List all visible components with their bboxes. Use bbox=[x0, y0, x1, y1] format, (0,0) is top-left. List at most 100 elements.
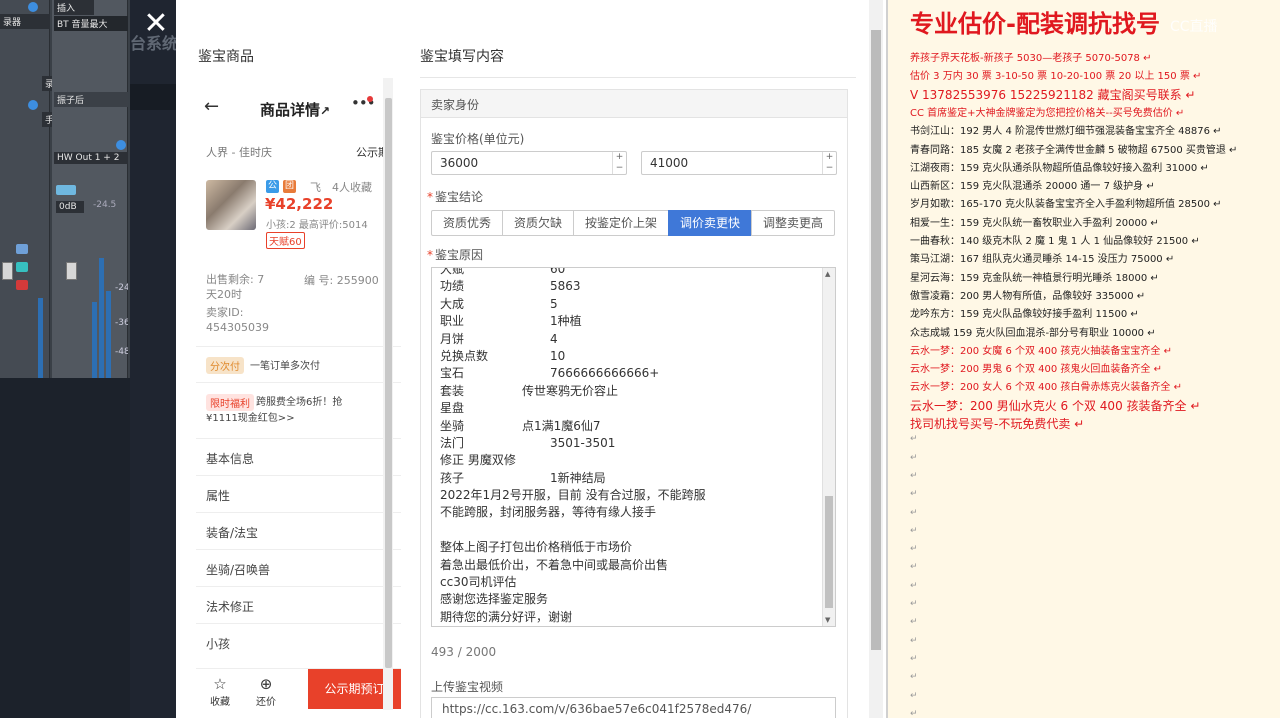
reason-scrollbar-thumb[interactable] bbox=[825, 496, 833, 608]
price-min-input[interactable]: 36000 + − bbox=[431, 151, 627, 175]
appraisal-content-heading: 鉴宝填写内容 bbox=[420, 49, 504, 65]
public-tag: 公 bbox=[266, 180, 279, 193]
mixer-label: HW Out 1 + 2 bbox=[54, 152, 128, 164]
paragraph-mark: ↵ bbox=[910, 470, 918, 481]
mixer-power-button[interactable] bbox=[116, 140, 126, 150]
reason-line: 2022年1月2号开服，目前 没有合过服，不能跨服 bbox=[440, 487, 820, 504]
price-min-stepper[interactable]: + − bbox=[612, 152, 626, 174]
reason-line: 大赋 60 bbox=[440, 268, 820, 278]
reason-key: 功绩 bbox=[440, 279, 465, 294]
document-line: 一曲春秋：140 级克木队 2 魔 1 鬼 1 人 1 仙品像较好 21500 … bbox=[910, 236, 1200, 247]
mixer-level-meter bbox=[106, 291, 111, 378]
conclusion-option[interactable]: 资质欠缺 bbox=[502, 210, 574, 236]
reason-key: 感谢您选择鉴定服务 bbox=[440, 592, 549, 607]
row-spell-correction[interactable]: 法术修正› bbox=[196, 586, 401, 622]
document-line: 养孩子界天花板-新孩子 5030—老孩子 5070-5078 ↵ bbox=[910, 53, 1152, 64]
row-equipment[interactable]: 装备/法宝› bbox=[196, 512, 401, 548]
scroll-down-arrow[interactable]: ▼ bbox=[825, 616, 830, 624]
conclusion-option[interactable]: 调整卖更高 bbox=[751, 210, 835, 236]
notification-dot bbox=[367, 96, 373, 102]
product-price: ¥42,222 bbox=[265, 195, 334, 213]
mixer-label: -48 bbox=[115, 347, 128, 357]
background-page-bar bbox=[130, 84, 176, 110]
conclusion-option-active[interactable]: 调价卖更快 bbox=[668, 210, 752, 236]
row-mounts[interactable]: 坐骑/召唤兽› bbox=[196, 549, 401, 585]
reason-textarea[interactable]: 大赋 60 功绩 5863 大成 5 职业 1种植 月饼 4 兑换点数 10 宝石 76666666666… bbox=[431, 267, 836, 627]
document-title: 专业估价-配装调抗找号 bbox=[910, 10, 1160, 38]
mixer-record-button[interactable] bbox=[16, 280, 28, 290]
document-line: 江湖夜雨：159 克火队通杀队物超所值品像较好接入盈利 31000 ↵ bbox=[910, 162, 1209, 174]
mixer-power-button[interactable] bbox=[28, 2, 38, 12]
scroll-up-arrow[interactable]: ▲ bbox=[825, 270, 830, 278]
reason-value: 1种植 bbox=[550, 314, 582, 329]
installment-row[interactable]: 分次付 一笔订单多次付 › bbox=[196, 346, 401, 380]
daw-mixer-panel: 录器 插入 BT 音量最大 振子后 HW Out 1 + 2 0dB -24.5… bbox=[0, 0, 130, 378]
row-label: 法术修正 bbox=[206, 600, 255, 614]
cc-watermark: CC直播 bbox=[1170, 19, 1218, 35]
installment-text: 一笔订单多次付 bbox=[250, 361, 320, 372]
share-icon[interactable]: ↗ bbox=[320, 104, 330, 118]
phone-scrollbar-thumb[interactable] bbox=[385, 98, 392, 668]
document-line: 岁月如歌：165-170 克火队装备宝宝齐全入手盈利物超所值 28500 ↵ bbox=[910, 199, 1222, 211]
modal-scrollbar[interactable] bbox=[869, 0, 883, 718]
row-children[interactable]: 小孩› bbox=[196, 623, 401, 659]
document-page: 专业估价-配装调抗找号 CC直播 养孩子界天花板-新孩子 5030—老孩子 50… bbox=[888, 0, 1280, 718]
reason-key: 职业 bbox=[440, 314, 465, 329]
character-avatar[interactable] bbox=[206, 180, 256, 230]
mixer-mute-button[interactable] bbox=[16, 262, 28, 272]
reason-label-text: 鉴宝原因 bbox=[435, 248, 484, 262]
paragraph-mark: ↵ bbox=[910, 544, 918, 555]
reason-key: 坐骑 bbox=[440, 418, 465, 433]
reason-value: 3501-3501 bbox=[550, 435, 616, 450]
reason-value: 5 bbox=[550, 296, 558, 311]
price-max-input[interactable]: 41000 + − bbox=[641, 151, 837, 175]
product-detail-title: 商品详情↗ bbox=[260, 99, 330, 120]
document-line: 云水一梦：200 男鬼 6 个双 400 孩鬼火回血装备齐全 ↵ bbox=[910, 364, 1162, 376]
reason-line: 职业 1种植 bbox=[440, 313, 820, 330]
bargain-button[interactable]: ⊕ 还价 bbox=[244, 669, 288, 718]
price-max-stepper[interactable]: + − bbox=[822, 152, 836, 174]
reason-value: 点1满1魔6仙7 bbox=[522, 418, 601, 433]
reason-text: 大赋 60 功绩 5863 大成 5 职业 1种植 月饼 4 兑换点数 10 宝石 76666666666… bbox=[440, 268, 820, 626]
paragraph-mark: ↵ bbox=[910, 599, 918, 609]
favorite-button[interactable]: ☆ 收藏 bbox=[198, 669, 242, 718]
reason-line: 星盘 bbox=[440, 400, 820, 417]
mixer-monitor-button[interactable] bbox=[16, 244, 28, 254]
mixer-solo-button[interactable] bbox=[56, 185, 76, 195]
mixer-power-button[interactable] bbox=[28, 100, 38, 110]
reason-key: 期待您的满分好评，谢谢 bbox=[440, 609, 573, 624]
promo-row[interactable]: 限时福利 跨服费全场6折！抢¥1111现金红包>> › bbox=[196, 382, 401, 434]
paragraph-mark: ↵ bbox=[910, 708, 918, 718]
row-basic-info[interactable]: 基本信息› bbox=[196, 438, 401, 474]
conclusion-option[interactable]: 按鉴定价上架 bbox=[573, 210, 669, 236]
mixer-label: 录 bbox=[42, 76, 52, 91]
paragraph-mark: ↵ bbox=[910, 507, 918, 518]
conclusion-label-text: 鉴宝结论 bbox=[435, 190, 484, 204]
mixer-label: -36 bbox=[115, 318, 128, 328]
reason-value: 10 bbox=[550, 348, 566, 363]
required-mark: * bbox=[427, 248, 433, 262]
reason-key: 宝石 bbox=[440, 366, 465, 381]
modal-scrollbar-thumb[interactable] bbox=[871, 30, 881, 650]
fly-label: 飞 bbox=[310, 181, 321, 194]
product-preview-phone: ← 商品详情↗ ••• 人界 - 佳时庆 公示期 公 团 飞 4人收藏 ¥42,… bbox=[196, 78, 401, 718]
document-line: 策马江湖：167 组队克火通灵睡杀 14-15 没压力 75000 ↵ bbox=[910, 254, 1175, 266]
row-attributes[interactable]: 属性› bbox=[196, 475, 401, 511]
back-arrow-icon[interactable]: ← bbox=[204, 96, 219, 117]
reason-key: 星盘 bbox=[440, 401, 465, 416]
promo-text: 跨服费全场6折！抢¥1111现金红包>> bbox=[206, 397, 343, 424]
paragraph-mark: ↵ bbox=[910, 489, 918, 500]
paragraph-mark: ↵ bbox=[910, 452, 918, 463]
paragraph-mark: ↵ bbox=[910, 434, 918, 445]
price-list-document: 专业估价-配装调抗找号 CC直播 养孩子界天花板-新孩子 5030—老孩子 50… bbox=[886, 0, 1280, 718]
reason-key: 修正 男魔双修 bbox=[440, 453, 516, 468]
close-modal-button[interactable]: ✕ bbox=[140, 6, 172, 42]
reason-line: 着急出最低价出，不着急中间或最高价出售 bbox=[440, 557, 820, 574]
mixer-fader-handle[interactable] bbox=[66, 262, 77, 280]
reason-scrollbar[interactable]: ▲ ▼ bbox=[822, 268, 835, 626]
reason-key: cc30司机评估 bbox=[440, 575, 517, 590]
video-url-input[interactable]: https://cc.163.com/v/636bae57e6c041f2578… bbox=[431, 697, 836, 718]
conclusion-option[interactable]: 资质优秀 bbox=[431, 210, 503, 236]
paragraph-mark: ↵ bbox=[910, 653, 918, 664]
mixer-fader-handle[interactable] bbox=[2, 262, 13, 280]
